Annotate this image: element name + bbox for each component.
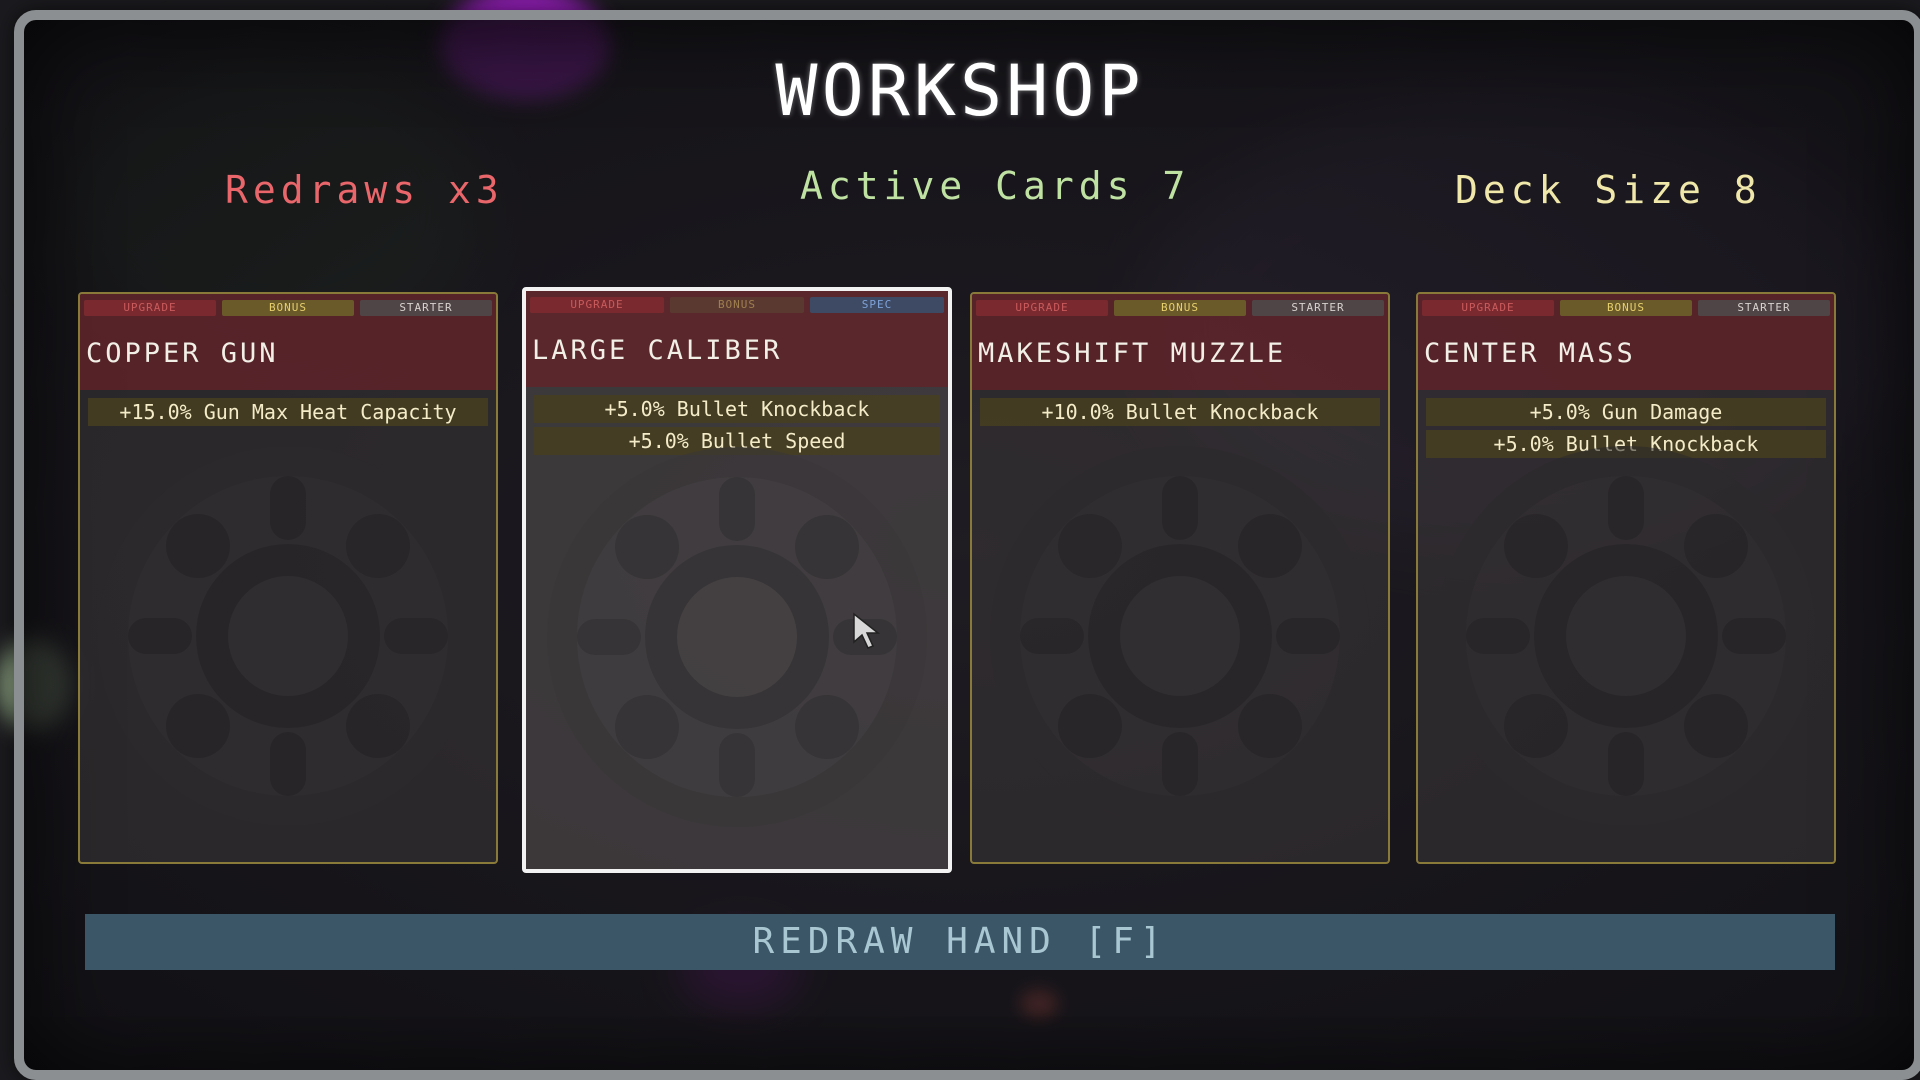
- card-name: LARGE CALIBER: [532, 335, 783, 366]
- redraws-counter: Redraws x3: [225, 168, 504, 212]
- deck-size-counter: Deck Size 8: [1455, 168, 1762, 212]
- card-tags: UPGRADE BONUS STARTER: [80, 294, 496, 316]
- card-effects: +15.0% Gun Max Heat Capacity: [80, 390, 496, 426]
- card-name: COPPER GUN: [86, 338, 279, 369]
- card-effect: +15.0% Gun Max Heat Capacity: [88, 398, 488, 426]
- tag-starter: STARTER: [360, 300, 492, 316]
- card-effects: +10.0% Bullet Knockback: [972, 390, 1388, 426]
- card-header: UPGRADE BONUS STARTER CENTER MASS: [1418, 294, 1834, 390]
- tag-upgrade: UPGRADE: [84, 300, 216, 316]
- active-cards-counter: Active Cards 7: [800, 164, 1191, 208]
- tag-starter: STARTER: [1698, 300, 1830, 316]
- card-header: UPGRADE BONUS SPEC LARGE CALIBER: [526, 291, 948, 387]
- card-name: CENTER MASS: [1424, 338, 1636, 369]
- tag-spec: SPEC: [810, 297, 944, 313]
- card-large-caliber[interactable]: UPGRADE BONUS SPEC LARGE CALIBER +5.0% B…: [522, 287, 952, 873]
- card-makeshift-muzzle[interactable]: UPGRADE BONUS STARTER MAKESHIFT MUZZLE +…: [970, 292, 1390, 864]
- gear-icon: [1436, 446, 1816, 826]
- card-tags: UPGRADE BONUS SPEC: [526, 291, 948, 313]
- card-tags: UPGRADE BONUS STARTER: [972, 294, 1388, 316]
- card-effect: +5.0% Bullet Knockback: [534, 395, 940, 423]
- card-center-mass[interactable]: UPGRADE BONUS STARTER CENTER MASS +5.0% …: [1416, 292, 1836, 864]
- tag-upgrade: UPGRADE: [976, 300, 1108, 316]
- card-copper-gun[interactable]: UPGRADE BONUS STARTER COPPER GUN +15.0% …: [78, 292, 498, 864]
- card-tags: UPGRADE BONUS STARTER: [1418, 294, 1834, 316]
- card-effect: +5.0% Gun Damage: [1426, 398, 1826, 426]
- mouse-cursor-icon: [853, 612, 881, 649]
- tag-bonus: BONUS: [670, 297, 804, 313]
- page-title: WORKSHOP: [775, 50, 1145, 132]
- tag-bonus: BONUS: [1114, 300, 1246, 316]
- card-name: MAKESHIFT MUZZLE: [978, 338, 1287, 369]
- tag-upgrade: UPGRADE: [530, 297, 664, 313]
- tag-bonus: BONUS: [222, 300, 354, 316]
- card-header: UPGRADE BONUS STARTER MAKESHIFT MUZZLE: [972, 294, 1388, 390]
- card-header: UPGRADE BONUS STARTER COPPER GUN: [80, 294, 496, 390]
- tag-starter: STARTER: [1252, 300, 1384, 316]
- tag-upgrade: UPGRADE: [1422, 300, 1554, 316]
- gear-icon: [98, 446, 478, 826]
- card-effect: +10.0% Bullet Knockback: [980, 398, 1380, 426]
- gear-icon: [990, 446, 1370, 826]
- tag-bonus: BONUS: [1560, 300, 1692, 316]
- redraw-hand-button[interactable]: REDRAW HAND [F]: [85, 914, 1835, 970]
